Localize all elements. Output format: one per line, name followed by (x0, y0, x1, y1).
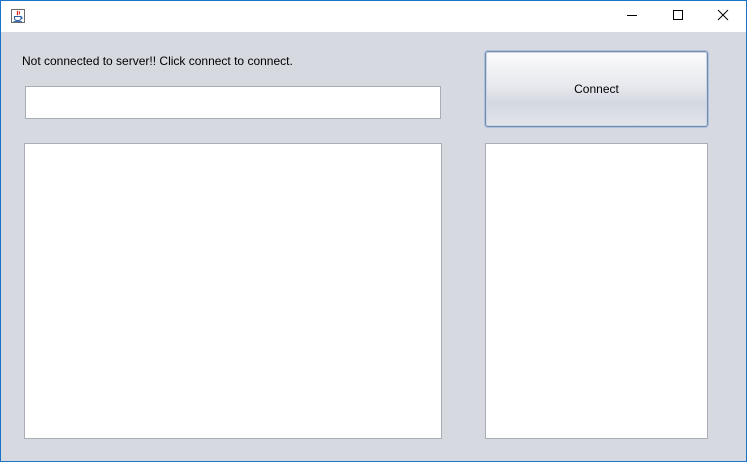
minimize-icon (626, 8, 638, 26)
connect-button[interactable]: Connect (485, 51, 708, 127)
java-cup-icon[interactable] (10, 8, 26, 24)
close-button[interactable] (700, 1, 746, 32)
maximize-icon (672, 8, 684, 26)
title-bar[interactable] (1, 1, 746, 32)
close-icon (717, 8, 729, 26)
app-window: Not connected to server!! Click connect … (0, 0, 747, 462)
minimize-button[interactable] (609, 1, 655, 32)
connection-status-label: Not connected to server!! Click connect … (22, 54, 293, 68)
main-panel: Not connected to server!! Click connect … (1, 32, 746, 461)
connect-button-label: Connect (574, 82, 619, 96)
maximize-button[interactable] (655, 1, 701, 32)
message-input[interactable] (25, 86, 441, 119)
user-list[interactable] (485, 143, 708, 439)
chat-messages-area[interactable] (24, 143, 442, 439)
